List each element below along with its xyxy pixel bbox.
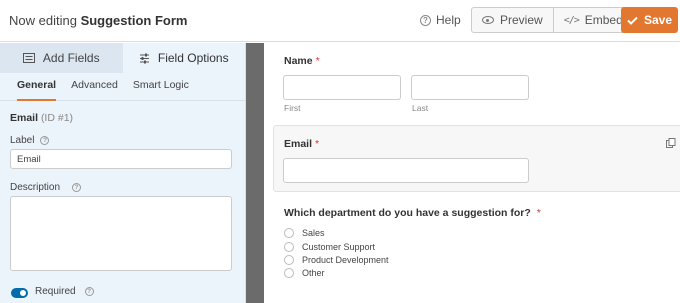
- radio-option[interactable]: Customer Support: [284, 242, 375, 252]
- required-mark: *: [315, 138, 320, 150]
- panel-divider: [246, 43, 264, 303]
- help-button[interactable]: ? Help: [420, 13, 461, 27]
- title-prefix: Now editing: [9, 13, 77, 28]
- preview-embed-group: Preview </> Embed: [471, 7, 634, 33]
- code-icon: </>: [563, 14, 580, 26]
- field-heading: Email (ID #1): [10, 112, 73, 124]
- preview-button[interactable]: Preview: [472, 8, 553, 32]
- radio-label: Other: [302, 268, 325, 278]
- help-label: Help: [436, 13, 461, 27]
- question-label: Which department do you have a suggestio…: [284, 207, 541, 219]
- name-field-label: Name *: [284, 55, 320, 67]
- radio-label: Product Development: [302, 255, 389, 265]
- description-textarea[interactable]: [10, 196, 232, 271]
- tab-add-fields[interactable]: Add Fields: [0, 43, 123, 73]
- page-title: Now editing Suggestion Form: [9, 13, 187, 28]
- duplicate-icon[interactable]: [666, 138, 676, 148]
- required-label-text: Required: [35, 286, 76, 297]
- required-label: Required ?: [35, 286, 94, 297]
- tab-field-options[interactable]: Field Options: [122, 43, 245, 73]
- embed-label: Embed: [584, 13, 623, 27]
- email-label-text: Email: [284, 138, 313, 150]
- required-toggle[interactable]: [11, 288, 28, 298]
- field-options-panel: Add Fields Field Options General Advance…: [0, 43, 246, 303]
- label-input[interactable]: Email: [10, 149, 232, 169]
- radio-label: Customer Support: [302, 242, 376, 252]
- required-mark: *: [536, 207, 541, 219]
- last-name-input[interactable]: [411, 75, 529, 100]
- radio-option[interactable]: Sales: [284, 228, 325, 238]
- subtab-advanced[interactable]: Advanced: [71, 79, 118, 101]
- radio-button[interactable]: [284, 242, 294, 252]
- description-caption: Description ?: [10, 182, 82, 193]
- email-field-label: Email *: [284, 138, 319, 150]
- list-icon: [22, 53, 35, 63]
- radio-button[interactable]: [284, 228, 294, 238]
- radio-label: Sales: [302, 228, 325, 238]
- help-icon[interactable]: ?: [84, 287, 94, 296]
- first-sublabel: First: [284, 103, 301, 113]
- radio-button[interactable]: [284, 255, 294, 265]
- preview-label: Preview: [500, 13, 543, 27]
- panel-tabs: Add Fields Field Options: [0, 43, 245, 73]
- sliders-icon: [139, 53, 149, 63]
- save-button[interactable]: Save: [621, 7, 678, 33]
- subtab-general[interactable]: General: [17, 79, 57, 101]
- radio-option[interactable]: Other: [284, 268, 325, 278]
- tab-field-options-label: Field Options: [157, 51, 229, 65]
- description-caption-text: Description: [10, 182, 61, 193]
- help-icon[interactable]: ?: [72, 183, 82, 192]
- subtab-smart-logic[interactable]: Smart Logic: [133, 79, 189, 101]
- eye-icon: [482, 16, 494, 24]
- question-text: Which department do you have a suggestio…: [284, 207, 531, 219]
- first-name-input[interactable]: [283, 75, 401, 100]
- name-label-text: Name: [284, 55, 313, 67]
- email-input[interactable]: [283, 158, 529, 183]
- radio-button[interactable]: [284, 268, 294, 278]
- label-caption: Label ?: [10, 135, 50, 146]
- form-name: Suggestion Form: [80, 13, 188, 28]
- radio-option[interactable]: Product Development: [284, 255, 389, 265]
- tab-add-fields-label: Add Fields: [42, 51, 100, 65]
- field-id: (ID #1): [40, 112, 74, 124]
- field-name: Email: [10, 112, 39, 124]
- last-sublabel: Last: [412, 103, 429, 113]
- help-icon[interactable]: ?: [40, 136, 50, 145]
- label-caption-text: Label: [10, 135, 35, 146]
- check-icon: [627, 16, 638, 25]
- save-label: Save: [643, 13, 673, 27]
- required-mark: *: [315, 55, 320, 67]
- subtabs: General Advanced Smart Logic: [0, 73, 245, 101]
- top-bar: Now editing Suggestion Form ? Help Previ…: [0, 0, 680, 42]
- help-icon: ?: [420, 14, 431, 26]
